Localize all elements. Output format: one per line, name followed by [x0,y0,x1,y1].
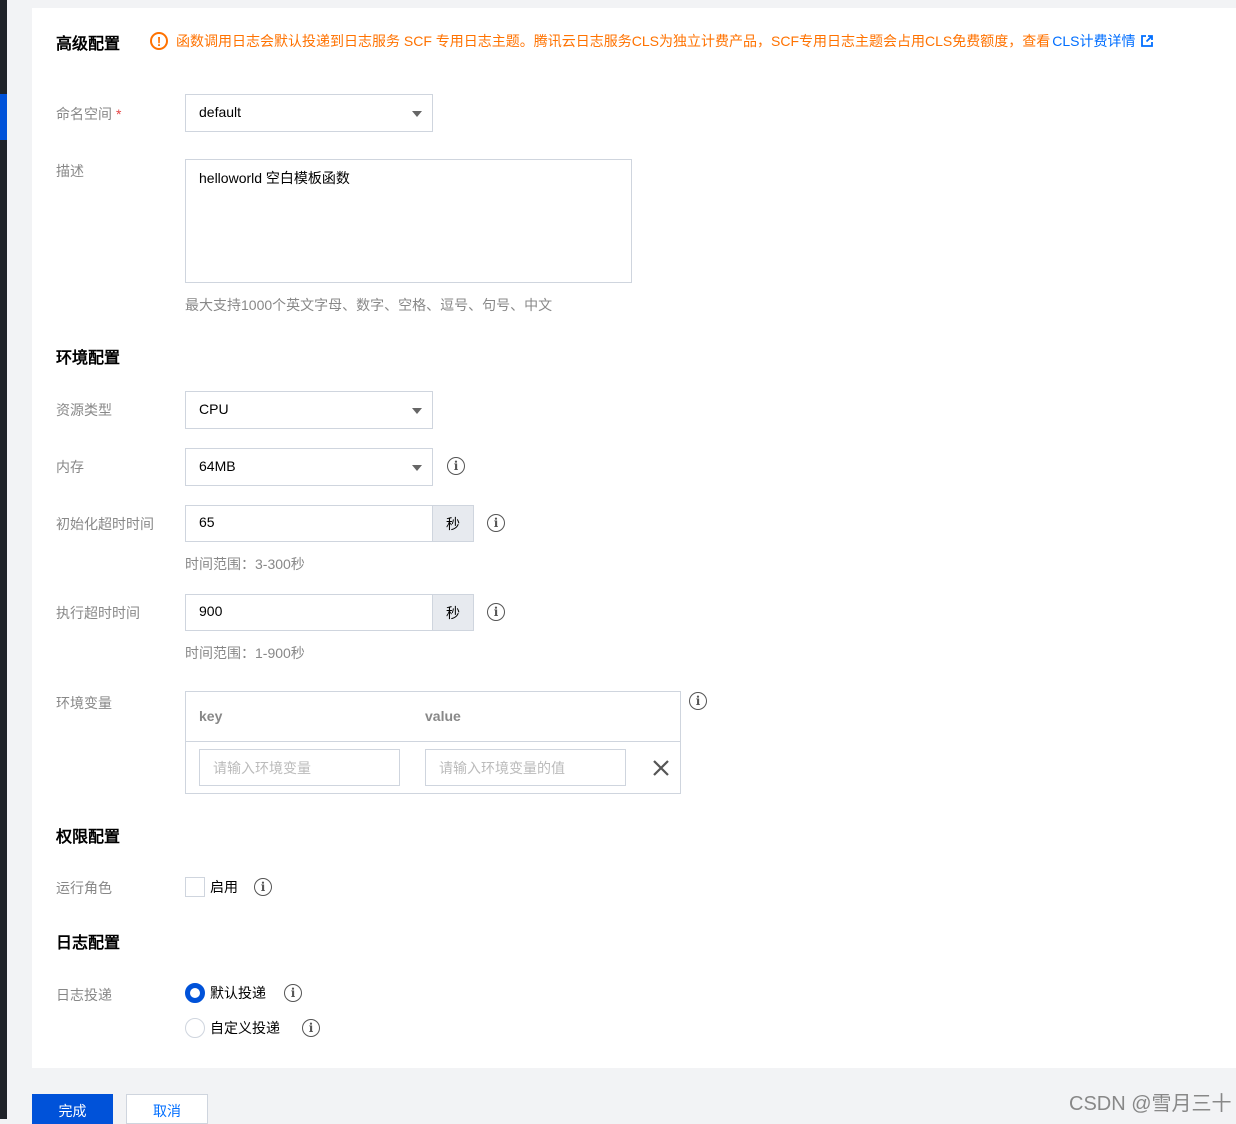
memory-info-icon[interactable]: i [447,457,465,475]
env-vars-info-icon[interactable]: i [689,692,707,710]
exec-timeout-input[interactable]: 900 [185,594,433,631]
init-timeout-input[interactable]: 65 [185,505,433,542]
resource-type-value: CPU [199,401,229,417]
namespace-label-text: 命名空间 [56,106,112,122]
env-var-key-input[interactable]: 请输入环境变量 [199,749,400,786]
exec-timeout-info-icon[interactable]: i [487,603,505,621]
cls-billing-link-text: CLS计费详情 [1052,33,1136,49]
exec-timeout-label: 执行超时时间 [56,605,140,621]
exec-timeout-hint: 时间范围：1-900秒 [185,645,305,661]
description-label: 描述 [56,163,84,179]
page-gutter [7,0,32,1119]
description-hint: 最大支持1000个英文字母、数字、空格、逗号、句号、中文 [185,297,553,313]
namespace-select-value: default [199,104,242,120]
init-timeout-input-group: 65 秒 [185,505,474,542]
watermark-text: CSDN @雪月三十 [1069,1093,1232,1115]
section-title-env: 环境配置 [56,350,121,367]
cls-billing-notice: ! 函数调用日志会默认投递到日志服务 SCF 专用日志主题。腾讯云日志服务CLS… [150,30,1154,52]
cls-billing-link[interactable]: CLS计费详情 [1052,31,1154,51]
run-role-label: 运行角色 [56,880,112,896]
enable-role-label[interactable]: 启用 [210,877,238,897]
submit-button[interactable]: 完成 [32,1094,113,1124]
resource-type-select[interactable]: CPU [185,391,433,429]
exec-timeout-input-group: 900 秒 [185,594,474,631]
env-vars-table: key value 请输入环境变量 请输入环境变量的值 [185,691,681,794]
run-role-info-icon[interactable]: i [254,878,272,896]
init-timeout-hint: 时间范围：3-300秒 [185,556,305,572]
caret-down-icon [412,111,422,117]
init-timeout-unit: 秒 [432,505,474,542]
env-var-key-placeholder: 请输入环境变量 [213,760,311,776]
enable-role-checkbox[interactable] [185,877,205,897]
close-icon[interactable] [652,759,670,777]
description-value: helloworld 空白模板函数 [199,170,350,186]
log-delivery-default-radio[interactable] [185,983,205,1003]
namespace-select[interactable]: default [185,94,433,132]
caret-down-icon [412,465,422,471]
init-timeout-info-icon[interactable]: i [487,514,505,532]
exec-timeout-value: 900 [199,603,223,619]
init-timeout-label: 初始化超时时间 [56,516,154,532]
env-vars-key-header: key [199,708,223,724]
required-mark: * [116,106,122,122]
env-vars-label: 环境变量 [56,695,112,711]
log-delivery-default-label[interactable]: 默认投递 [210,983,266,1003]
exec-timeout-unit: 秒 [432,594,474,631]
resource-type-label: 资源类型 [56,402,112,418]
left-nav-active-indicator [0,94,7,140]
notice-text: 函数调用日志会默认投递到日志服务 SCF 专用日志主题。腾讯云日志服务CLS为独… [176,33,1051,49]
env-vars-value-header: value [425,708,461,724]
namespace-label: 命名空间 * [56,104,121,124]
env-var-value-input[interactable]: 请输入环境变量的值 [425,749,626,786]
memory-select[interactable]: 64MB [185,448,433,486]
log-delivery-label: 日志投递 [56,987,112,1003]
log-custom-info-icon[interactable]: i [302,1019,320,1037]
memory-label: 内存 [56,459,84,475]
log-delivery-custom-label[interactable]: 自定义投递 [210,1018,280,1038]
external-link-icon [1141,35,1154,47]
section-title-permission: 权限配置 [56,829,121,846]
env-var-value-placeholder: 请输入环境变量的值 [439,760,565,776]
left-nav-sidebar [0,0,7,1119]
section-title-log: 日志配置 [56,935,121,952]
cancel-button[interactable]: 取消 [126,1094,208,1124]
description-textarea[interactable]: helloworld 空白模板函数 [185,159,632,283]
log-default-info-icon[interactable]: i [284,984,302,1002]
log-delivery-custom-radio[interactable] [185,1018,205,1038]
env-vars-header: key value [186,692,680,742]
warning-icon: ! [150,32,168,50]
section-title-advanced: 高级配置 [56,36,121,53]
caret-down-icon [412,408,422,414]
memory-value: 64MB [199,458,236,474]
init-timeout-value: 65 [199,514,215,530]
